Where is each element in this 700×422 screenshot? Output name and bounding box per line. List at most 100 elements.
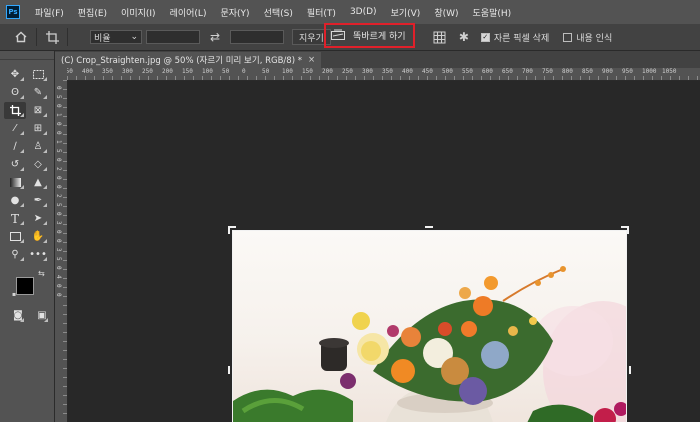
ratio-select[interactable]: 비율 ⌄ xyxy=(90,30,142,44)
ruler-label: 850 xyxy=(582,68,593,75)
crop-icon[interactable] xyxy=(4,102,26,119)
menu-view[interactable]: 보기(V) xyxy=(384,6,428,19)
document-canvas[interactable] xyxy=(68,81,700,422)
menu-window[interactable]: 창(W) xyxy=(427,6,465,19)
menu-edit[interactable]: 편집(E) xyxy=(71,6,114,19)
checkbox-unchecked-icon[interactable] xyxy=(563,32,573,42)
patch-icon[interactable]: ⊞ xyxy=(27,120,49,137)
vertical-ruler[interactable]: 0 5 0 1 0 0 1 5 0 2 0 0 2 5 0 3 0 0 3 5 0 4 0 0 xyxy=(55,80,68,422)
ruler-label: 5 xyxy=(55,149,62,153)
crop-boundary[interactable] xyxy=(232,230,627,422)
path-select-icon[interactable]: ➤ xyxy=(27,210,49,227)
ruler-label: 450 xyxy=(67,68,73,75)
close-icon[interactable]: × xyxy=(308,55,315,65)
menu-file[interactable]: 파일(F) xyxy=(28,6,71,19)
frame-icon[interactable]: ⊠ xyxy=(27,102,49,119)
type-icon[interactable]: T xyxy=(4,210,26,227)
divider xyxy=(67,28,68,46)
gear-icon[interactable]: ✱ xyxy=(455,28,473,46)
menu-select[interactable]: 선택(S) xyxy=(257,6,300,19)
ruler-label: 700 xyxy=(522,68,533,75)
eraser-icon[interactable]: ◇ xyxy=(27,156,49,173)
straighten-button[interactable]: 똑바르게 하기 xyxy=(324,23,415,48)
document-tab-bar: (C) Crop_Straighten.jpg @ 50% (자르기 미리 보기… xyxy=(55,51,700,68)
menu-3d[interactable]: 3D(D) xyxy=(343,7,384,17)
eyedropper-icon[interactable]: ⁄ xyxy=(4,120,26,137)
marquee-icon[interactable] xyxy=(27,66,49,83)
pen-icon[interactable]: ✒ xyxy=(27,192,49,209)
menu-filter[interactable]: 필터(T) xyxy=(300,6,343,19)
stamp-icon[interactable]: ♙ xyxy=(27,138,49,155)
panel-grip[interactable] xyxy=(0,51,54,60)
ruler-label: 1 xyxy=(55,113,62,117)
ruler-label: 2 xyxy=(55,167,62,171)
document-tab[interactable]: (C) Crop_Straighten.jpg @ 50% (자르기 미리 보기… xyxy=(55,52,322,68)
ruler-label: 5 xyxy=(55,203,62,207)
ruler-label: 5 xyxy=(55,257,62,261)
crop-handle-top-middle[interactable] xyxy=(425,226,433,234)
menu-type[interactable]: 문자(Y) xyxy=(213,6,256,19)
divider xyxy=(36,28,37,46)
move-icon[interactable]: ✥ xyxy=(4,66,26,83)
ruler-label: 50 xyxy=(262,68,270,75)
crop-handle-top-left[interactable] xyxy=(228,226,236,234)
swap-colors-icon[interactable]: ⇆ xyxy=(38,269,45,278)
ruler-label: 200 xyxy=(322,68,333,75)
crop-handle-left-middle[interactable] xyxy=(228,366,236,374)
more-icon[interactable]: ••• xyxy=(27,246,49,263)
default-colors-icon[interactable]: ▪ xyxy=(12,291,16,298)
ruler-label: 100 xyxy=(282,68,293,75)
ruler-label: 3 xyxy=(55,248,62,252)
menu-help[interactable]: 도움말(H) xyxy=(466,6,519,19)
brush-icon[interactable]: ∕ xyxy=(4,138,26,155)
ruler-origin[interactable] xyxy=(55,68,67,80)
checkbox-checked-icon[interactable]: ✓ xyxy=(480,32,490,42)
ruler-label: 1 xyxy=(55,140,62,144)
quick-select-icon[interactable]: ✎ xyxy=(27,84,49,101)
content-aware-checkbox[interactable]: 내용 인식 xyxy=(563,31,612,44)
ruler-label: 0 xyxy=(55,131,62,135)
crop-handle-top-right[interactable] xyxy=(621,226,629,234)
ruler-label: 150 xyxy=(182,68,193,75)
blur-icon[interactable]: ▲ xyxy=(27,174,49,191)
history-brush-icon[interactable]: ↺ xyxy=(4,156,26,173)
grid-overlay-icon[interactable] xyxy=(431,28,449,46)
foreground-color-swatch[interactable] xyxy=(16,277,34,295)
ruler-label: 1050 xyxy=(662,68,677,75)
ruler-label: 400 xyxy=(82,68,93,75)
ruler-label: 800 xyxy=(562,68,573,75)
ruler-label: 0 xyxy=(55,104,62,108)
height-field[interactable] xyxy=(230,30,284,44)
ruler-label: 350 xyxy=(382,68,393,75)
menu-image[interactable]: 이미지(I) xyxy=(114,6,163,19)
screen-mode-icon[interactable]: ▣ xyxy=(34,307,50,324)
crop-icon[interactable] xyxy=(43,28,61,46)
menu-bar: Ps 파일(F) 편집(E) 이미지(I) 레이어(L) 문자(Y) 선택(S)… xyxy=(0,0,700,24)
ruler-label: 50 xyxy=(222,68,230,75)
horizontal-ruler[interactable]: 4504003503002502001501005005010015020025… xyxy=(67,68,700,81)
crop-handle-right-middle[interactable] xyxy=(623,366,631,374)
ruler-label: 0 xyxy=(55,284,62,288)
home-icon[interactable] xyxy=(12,28,30,46)
menu-layer[interactable]: 레이어(L) xyxy=(163,6,214,19)
ruler-label: 0 xyxy=(55,176,62,180)
ruler-label: 450 xyxy=(422,68,433,75)
quick-mask-icon[interactable]: ◙ xyxy=(10,307,26,324)
ruler-label: 300 xyxy=(362,68,373,75)
ruler-label: 500 xyxy=(442,68,453,75)
swap-icon[interactable]: ⇄ xyxy=(206,28,224,46)
rectangle-icon[interactable] xyxy=(4,228,26,245)
hand-icon[interactable]: ✋ xyxy=(27,228,49,245)
ruler-label: 2 xyxy=(55,194,62,198)
zoom-icon[interactable]: ⚲ xyxy=(4,246,26,263)
gradient-icon[interactable] xyxy=(4,174,26,191)
ruler-label: 4 xyxy=(55,275,62,279)
ruler-ticks xyxy=(67,76,700,80)
dodge-icon[interactable]: ● xyxy=(4,192,26,209)
ruler-label: 350 xyxy=(102,68,113,75)
lasso-icon[interactable]: ʘ xyxy=(4,84,26,101)
ruler-label: 400 xyxy=(402,68,413,75)
width-field[interactable] xyxy=(146,30,200,44)
content-aware-label: 내용 인식 xyxy=(576,33,613,44)
delete-cropped-pixels-checkbox[interactable]: ✓ 자른 픽셀 삭제 xyxy=(480,31,549,44)
